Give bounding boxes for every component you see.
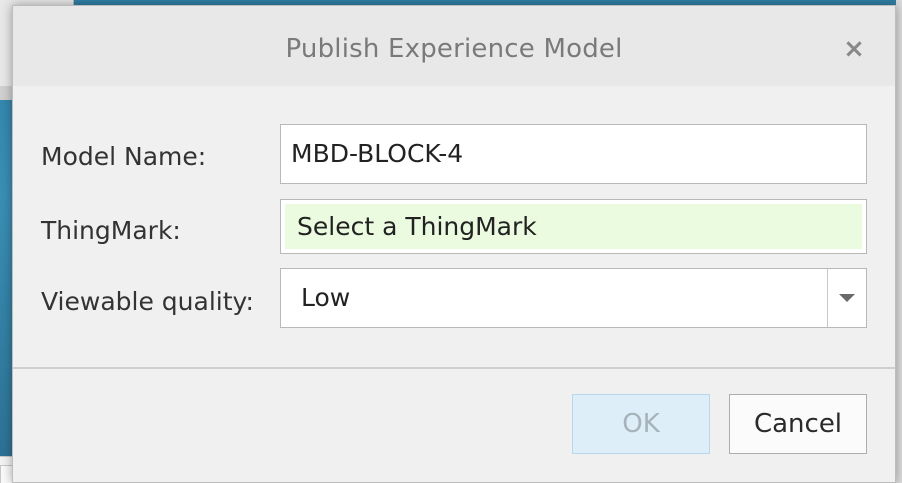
viewable-quality-label: Viewable quality: — [41, 287, 254, 316]
ok-button[interactable]: OK — [572, 394, 710, 454]
model-name-input[interactable]: MBD-BLOCK-4 — [280, 124, 867, 184]
viewable-quality-value: Low — [301, 283, 351, 312]
close-icon[interactable]: × — [839, 34, 869, 64]
viewable-quality-select[interactable]: Low — [280, 268, 867, 328]
dropdown-separator — [827, 269, 828, 327]
publish-dialog: Publish Experience Model × Model Name: M… — [12, 5, 896, 483]
dialog-titlebar: Publish Experience Model × — [13, 6, 895, 86]
thingmark-field[interactable]: Select a ThingMark — [280, 199, 867, 254]
background-edge — [896, 0, 902, 483]
cancel-button[interactable]: Cancel — [729, 394, 867, 454]
dialog-title: Publish Experience Model — [285, 34, 623, 64]
model-name-label: Model Name: — [41, 142, 207, 171]
thingmark-label: ThingMark: — [41, 216, 181, 245]
thingmark-placeholder[interactable]: Select a ThingMark — [285, 204, 862, 249]
chevron-down-icon[interactable] — [839, 294, 855, 302]
footer-divider — [13, 367, 895, 369]
